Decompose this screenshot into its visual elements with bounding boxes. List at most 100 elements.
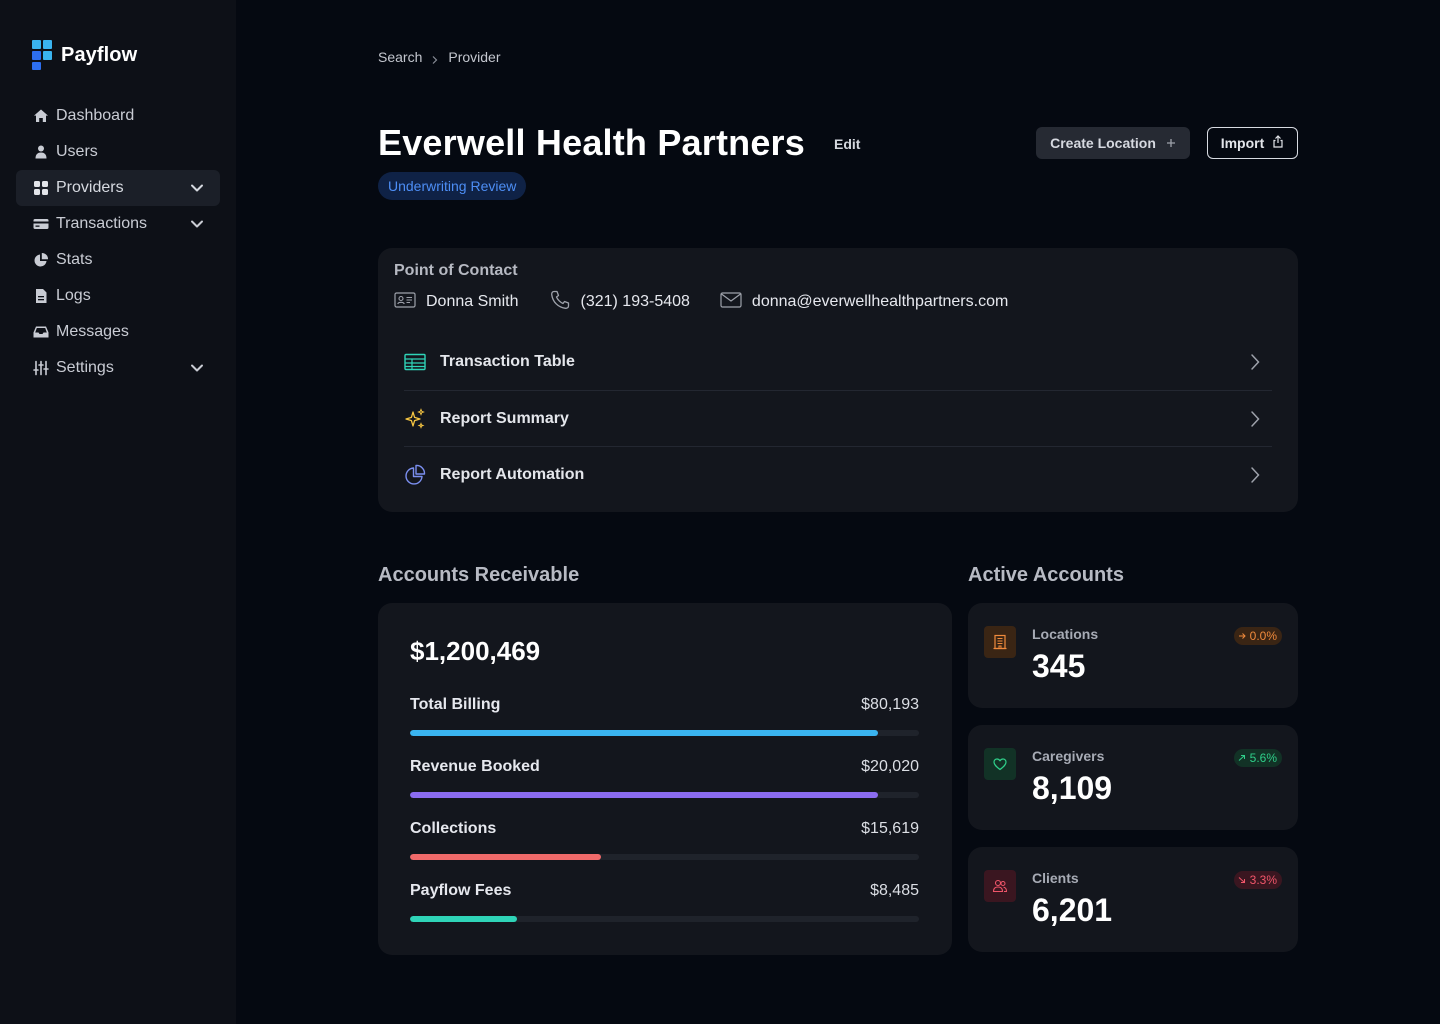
active-accounts-title: Active Accounts [968,564,1124,586]
import-button[interactable]: Import [1207,127,1298,159]
home-icon [33,108,49,124]
chevron-right-icon [1248,410,1262,428]
id-card-icon [394,291,416,313]
change-value: 5.6% [1249,751,1277,765]
accounts-receivable-card: $1,200,469 Total Billing $80,193 Revenue… [378,603,952,955]
sidebar-item-providers[interactable]: Providers [16,170,220,206]
status-badge: Underwriting Review [378,172,527,200]
edit-button[interactable]: Edit [834,136,860,152]
ar-value: $8,485 [870,882,919,899]
change-value: 3.3% [1249,873,1277,887]
payflow-logo-icon [32,40,52,70]
progress-bar [410,916,919,922]
sidebar-item-dashboard[interactable]: Dashboard [16,98,220,134]
contact-phone-item[interactable]: (321) 193-5408 [549,289,690,316]
contact-name-item: Donna Smith [394,291,519,313]
heart-icon [984,748,1016,780]
sidebar-item-stats[interactable]: Stats [16,242,220,278]
report-automation-link[interactable]: Report Automation [404,446,1272,502]
sidebar-item-settings[interactable]: Settings [16,350,220,386]
stat-card-clients[interactable]: Clients 6,201 3.3% [968,847,1298,952]
chevron-down-icon[interactable] [190,217,204,231]
sidebar-item-label: Stats [56,251,93,268]
stat-label: Locations [1032,626,1099,642]
ar-row-revenue-booked: Revenue Booked $20,020 [410,758,919,798]
stat-value: 6,201 [1032,892,1113,928]
contact-email: donna@everwellhealthpartners.com [751,293,1009,310]
ar-label: Payflow Fees [410,882,512,899]
progress-fill [410,792,879,798]
page-title: Everwell Health Partners [378,122,805,163]
progress-bar [410,730,919,736]
pie-chart-icon [33,252,49,268]
progress-fill [410,916,517,922]
ar-value: $20,020 [861,758,919,775]
change-badge: 0.0% [1233,627,1282,645]
stat-label: Caregivers [1032,748,1105,764]
contact-phone: (321) 193-5408 [580,293,690,310]
contact-card: Point of Contact Donna Smith (321) 193-5… [378,248,1298,512]
transaction-table-link[interactable]: Transaction Table [404,334,1272,390]
trend-down-icon [1238,873,1246,887]
change-badge: 5.6% [1233,749,1282,767]
link-label: Transaction Table [440,353,575,370]
chevron-down-icon[interactable] [190,181,204,195]
chevron-right-icon [1248,353,1262,371]
users-icon [984,870,1016,902]
create-location-button[interactable]: Create Location [1036,127,1190,159]
building-icon [984,626,1016,658]
ar-label: Total Billing [410,696,501,713]
contact-email-item[interactable]: donna@everwellhealthpartners.com [720,291,1009,313]
ar-row-collections: Collections $15,619 [410,820,919,860]
brand[interactable]: Payflow [32,40,137,70]
sidebar-nav: Dashboard Users Providers Transactions S… [16,98,220,386]
user-icon [33,144,49,160]
progress-fill [410,854,602,860]
stat-card-caregivers[interactable]: Caregivers 8,109 5.6% [968,725,1298,830]
progress-bar [410,792,919,798]
progress-fill [410,730,879,736]
sparkles-icon [404,407,426,430]
ar-value: $15,619 [861,820,919,837]
sidebar: Payflow Dashboard Users Providers Transa… [0,0,236,1024]
document-icon [33,288,49,304]
brand-name: Payflow [61,43,138,66]
arrow-right-icon [1238,629,1246,643]
contact-name: Donna Smith [426,293,519,310]
ar-label: Collections [410,820,497,837]
stat-value: 345 [1032,648,1086,684]
sidebar-item-transactions[interactable]: Transactions [16,206,220,242]
stat-value: 8,109 [1032,770,1113,806]
mail-icon [720,291,742,313]
trend-up-icon [1238,751,1246,765]
plus-icon [1166,135,1176,151]
sidebar-item-label: Settings [56,359,114,376]
stat-card-locations[interactable]: Locations 345 0.0% [968,603,1298,708]
sidebar-item-users[interactable]: Users [16,134,220,170]
breadcrumb-provider[interactable]: Provider [448,49,500,65]
import-label: Import [1220,135,1265,151]
link-label: Report Automation [440,465,585,483]
sidebar-item-label: Providers [56,179,124,196]
accounts-receivable-title: Accounts Receivable [378,564,580,586]
report-summary-link[interactable]: Report Summary [404,390,1272,446]
pie-chart-icon [404,464,426,486]
change-badge: 3.3% [1233,871,1282,889]
ar-total: $1,200,469 [410,636,541,666]
chevron-down-icon[interactable] [190,361,204,375]
create-location-label: Create Location [1050,135,1156,151]
breadcrumb: Search Provider [378,49,501,65]
progress-bar [410,854,919,860]
stat-label: Clients [1032,870,1079,886]
breadcrumb-search[interactable]: Search [378,49,422,65]
sidebar-item-label: Messages [56,323,129,340]
ar-row-payflow-fees: Payflow Fees $8,485 [410,882,919,922]
sidebar-item-messages[interactable]: Messages [16,314,220,350]
grid-icon [33,180,49,196]
sidebar-item-label: Logs [56,287,91,304]
ar-value: $80,193 [861,696,919,713]
sidebar-item-logs[interactable]: Logs [16,278,220,314]
sidebar-item-label: Transactions [56,215,147,232]
share-icon [1272,135,1284,151]
ar-label: Revenue Booked [410,758,540,775]
